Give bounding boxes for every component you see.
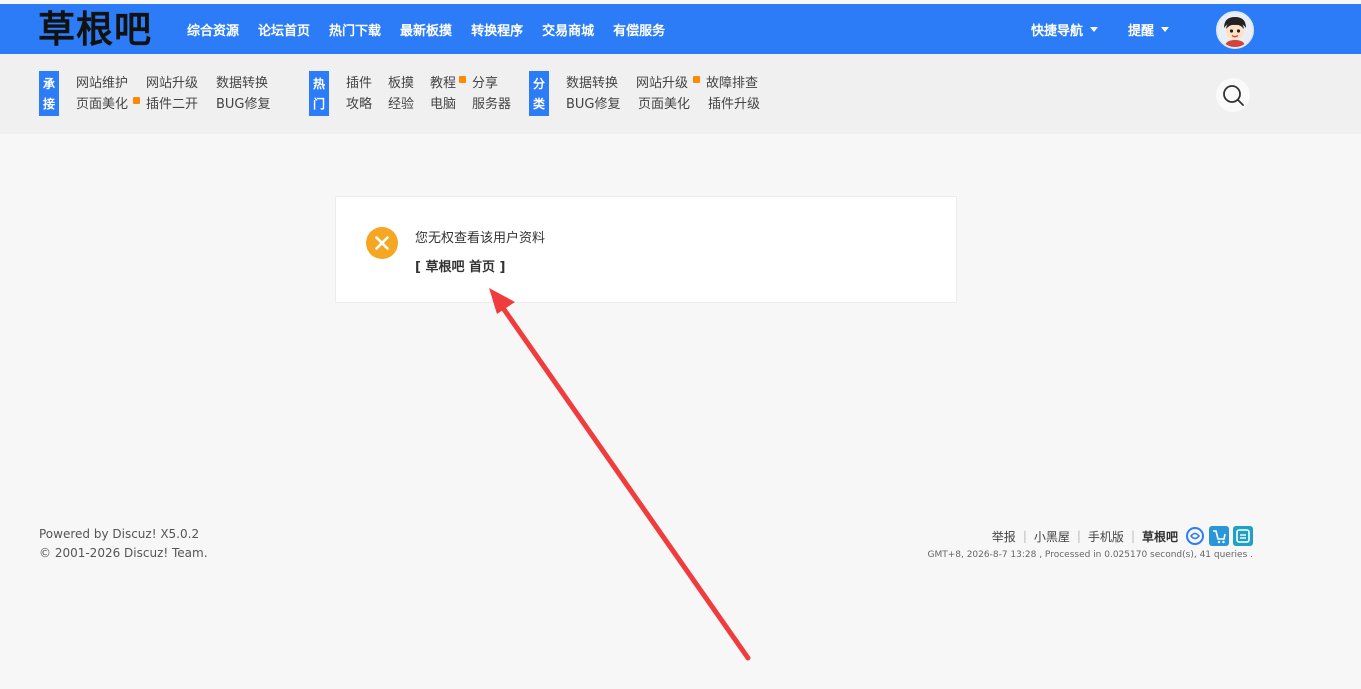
annotation-arrow <box>489 288 751 661</box>
